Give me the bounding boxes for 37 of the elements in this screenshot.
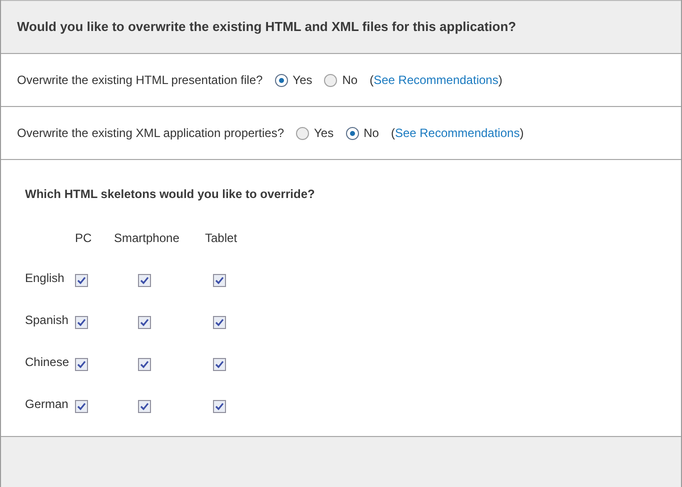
radio-button[interactable] [346,126,359,140]
checkbox[interactable] [75,400,88,413]
option-label: Yes [314,125,334,142]
checkbox[interactable] [138,358,151,371]
parenthesis: ) [520,125,524,142]
recommendations-link[interactable]: See Recommendations [374,71,498,89]
checkbox[interactable] [138,400,151,413]
recommendations-link[interactable]: See Recommendations [394,124,520,142]
option-label: No [342,72,358,89]
checkbox[interactable] [138,274,151,287]
radio-button[interactable] [296,126,310,140]
checkbox[interactable] [75,358,88,371]
dialog-title: Would you like to overwrite the existing HTML and XML files for this application? [17,18,516,36]
checkbox[interactable] [213,358,226,371]
checkbox[interactable] [138,316,151,329]
radio-button[interactable] [324,74,338,86]
question-label: Overwrite the existing HTML presentation file? [17,72,263,89]
section-heading: Which HTML skeletons would you like to override? [25,186,316,203]
checkbox[interactable] [213,274,226,287]
column-header: Tablet [205,231,238,245]
parenthesis: ( [390,125,395,142]
radio-button[interactable] [274,74,288,86]
parenthesis: ( [370,72,374,89]
checkbox[interactable] [213,400,226,413]
checkbox[interactable] [75,316,88,329]
language-label: German [25,397,68,411]
language-label: English [25,271,64,285]
question-label: Overwrite the existing XML application properties? [17,125,284,142]
option-label: No [364,125,379,142]
checkbox[interactable] [213,316,226,329]
language-label: Chinese [25,355,70,369]
column-header: PC [75,231,92,245]
option-label: Yes [292,72,312,89]
column-header: Smartphone [114,231,180,245]
language-label: Spanish [25,313,68,327]
checkbox[interactable] [75,274,88,287]
parenthesis: ) [498,72,502,89]
